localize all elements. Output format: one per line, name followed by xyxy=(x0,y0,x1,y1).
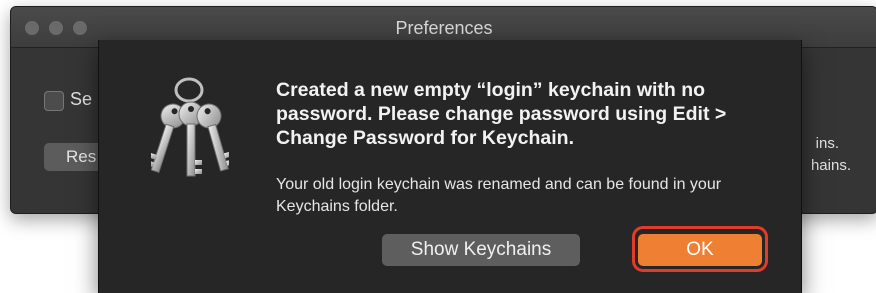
dialog-message: Your old login keychain was renamed and … xyxy=(276,176,722,215)
keychain-alert-dialog: Created a new empty “login” keychain wit… xyxy=(98,40,802,293)
dialog-title: Created a new empty “login” keychain wit… xyxy=(276,79,727,149)
preferences-note-line1: ins. xyxy=(815,135,839,152)
ok-button[interactable]: OK xyxy=(638,234,762,266)
preferences-checkbox[interactable] xyxy=(44,91,64,111)
show-keychains-button[interactable]: Show Keychains xyxy=(382,234,580,266)
window-title: Preferences xyxy=(395,18,493,38)
keychain-keys-icon xyxy=(145,76,235,186)
preferences-checkbox-label: Se xyxy=(70,89,93,109)
preferences-note-line2: hains. xyxy=(810,157,851,174)
